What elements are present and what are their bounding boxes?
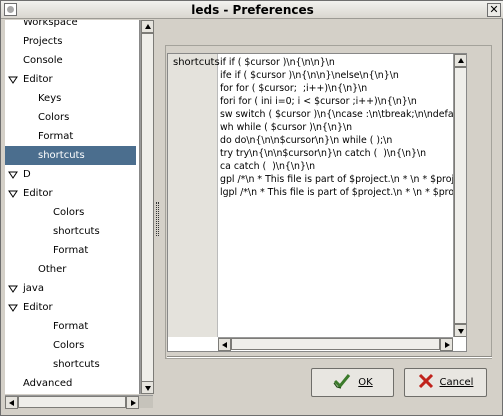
tree-item-keys[interactable]: Keys [5, 89, 136, 108]
tree-item-d[interactable]: D [5, 165, 136, 184]
shortcuts-scroll-up-button[interactable] [454, 54, 466, 67]
shortcut-row[interactable]: for for ( $cursor; ;i++)\n{\n}\n [220, 82, 466, 95]
tree-item-editor[interactable]: Editor [5, 298, 136, 317]
tree-item-format[interactable]: Format [5, 127, 136, 146]
ok-label: OK [358, 377, 373, 388]
tree-item-label: Format [38, 131, 74, 142]
tree-item-projects[interactable]: Projects [5, 32, 136, 51]
button-separator [167, 356, 492, 358]
tree-item-label: Colors [53, 207, 85, 218]
tree-item-editor[interactable]: Editor [5, 70, 136, 89]
shortcut-row[interactable]: wh while ( $cursor )\n{\n}\n [220, 121, 466, 134]
arrow-right-icon [131, 400, 136, 406]
tree-item-label: Other [38, 264, 67, 275]
shortcuts-scroll-left-button[interactable] [218, 338, 231, 351]
tree-item-label: shortcuts [53, 226, 100, 237]
shortcuts-scroll-down-button[interactable] [454, 324, 466, 337]
tree-item-label: Format [53, 321, 89, 332]
tree-scroll-thumb[interactable] [141, 33, 154, 385]
tree-item-format[interactable]: Format [5, 317, 136, 336]
tree-scroll-right-button[interactable] [126, 396, 139, 409]
title-bar[interactable]: leds - Preferences ✕ [1, 1, 503, 19]
tree-item-label: shortcuts [53, 359, 100, 370]
shortcuts-hscroll-thumb[interactable] [231, 338, 440, 350]
cancel-button[interactable]: Cancel [404, 368, 487, 397]
tree-item-label: Colors [38, 112, 70, 123]
shortcuts-scroll-right-button[interactable] [440, 338, 453, 351]
tree-item-label: Workspace [23, 20, 78, 28]
arrow-down-icon [145, 386, 151, 391]
tree-item-colors[interactable]: Colors [5, 108, 136, 127]
shortcut-row[interactable]: lgpl /*\n * This file is part of $projec… [220, 186, 466, 199]
shortcut-row[interactable]: sw switch ( $cursor )\n{\ncase :\n\tbrea… [220, 108, 466, 121]
expander-triangle-icon[interactable] [8, 170, 18, 180]
tree-item-format[interactable]: Format [5, 241, 136, 260]
tree-item-label: Keys [38, 93, 62, 104]
arrow-down-icon [458, 329, 464, 334]
tree-item-label: Advanced [23, 378, 73, 389]
expander-triangle-icon[interactable] [8, 303, 18, 313]
arrow-left-icon [9, 400, 14, 406]
tree-scroll-down-button[interactable] [141, 381, 154, 394]
shortcuts-key-column: shortcuts [168, 54, 220, 337]
tree-item-label: java [23, 283, 44, 294]
shortcut-row[interactable]: gpl /*\n * This file is part of $project… [220, 173, 466, 186]
x-icon [418, 373, 434, 392]
preferences-tree: Workspace Projects Console Editor Keys Colors… [5, 20, 140, 394]
shortcuts-horizontal-scrollbar[interactable] [218, 337, 453, 351]
tree-item-shortcuts[interactable]: shortcuts [5, 146, 136, 165]
tree-item-console[interactable]: Console [5, 51, 136, 70]
preferences-window: leds - Preferences ✕ Workspace Projects Co… [0, 0, 503, 416]
arrow-left-icon [222, 342, 227, 348]
tree-item-label: Projects [23, 36, 63, 47]
arrow-up-icon [145, 24, 151, 29]
tree-vertical-scrollbar[interactable] [140, 20, 154, 394]
shortcuts-scroll-thumb[interactable] [454, 67, 466, 324]
pane-splitter-handle[interactable] [156, 202, 159, 236]
shortcuts-key-label: shortcuts [173, 57, 220, 68]
cancel-label: Cancel [439, 377, 474, 388]
tree-item-label: Console [23, 55, 63, 66]
window-title: leds - Preferences [191, 3, 314, 17]
shortcut-row[interactable]: try try\n{\n\n$cursor\n}\n catch ( )\n{\… [220, 147, 466, 160]
tree-item-label: D [23, 169, 31, 180]
ok-button[interactable]: OK [311, 368, 394, 397]
tree-item-label: Colors [53, 340, 85, 351]
expander-triangle-icon[interactable] [8, 189, 18, 199]
tree-horizontal-scrollbar[interactable] [5, 395, 153, 409]
tree-scroll-left-button[interactable] [5, 396, 18, 409]
tree-item-colors[interactable]: Colors [5, 336, 136, 355]
tree-item-shortcuts[interactable]: shortcuts [5, 355, 136, 374]
shortcut-row[interactable]: if if ( $cursor )\n{\n\n}\n [220, 56, 466, 69]
tree-item-java[interactable]: java [5, 279, 136, 298]
tree-scroll-up-button[interactable] [141, 20, 154, 33]
shortcut-row[interactable]: fori for ( ini i=0; i < $cursor ;i++)\n{… [220, 95, 466, 108]
tree-item-label: shortcuts [38, 150, 85, 161]
tree-item-label: Editor [23, 188, 53, 199]
tree-item-editor[interactable]: Editor [5, 184, 136, 203]
shortcut-row[interactable]: ca catch ( )\n{\n}\n [220, 160, 466, 173]
expander-triangle-icon[interactable] [8, 75, 18, 85]
shortcuts-table: shortcuts if if ( $cursor )\n{\n\n}\n ife… [167, 53, 467, 352]
close-window-button[interactable]: ✕ [487, 3, 501, 17]
shortcut-row[interactable]: ife if ( $cursor )\n{\n\n}\nelse\n{\n}\n [220, 69, 466, 82]
tree-item-label: Format [53, 245, 89, 256]
tree-item-other[interactable]: Other [5, 260, 136, 279]
shortcuts-vertical-scrollbar[interactable] [453, 54, 466, 337]
shortcut-row[interactable]: do do\n{\n\n$cursor\n}\n while ( );\n [220, 134, 466, 147]
tree-item-advanced[interactable]: Advanced [5, 374, 136, 393]
tree-item-colors[interactable]: Colors [5, 203, 136, 222]
tree-item-label: Editor [23, 74, 53, 85]
expander-triangle-icon[interactable] [8, 284, 18, 294]
tree-hscroll-thumb[interactable] [18, 396, 126, 408]
tree-item-label: Editor [23, 302, 53, 313]
arrow-up-icon [458, 58, 464, 63]
tree-item-shortcuts[interactable]: shortcuts [5, 222, 136, 241]
check-icon [332, 373, 352, 392]
tree-item-workspace[interactable]: Workspace [5, 20, 136, 32]
arrow-right-icon [445, 342, 450, 348]
